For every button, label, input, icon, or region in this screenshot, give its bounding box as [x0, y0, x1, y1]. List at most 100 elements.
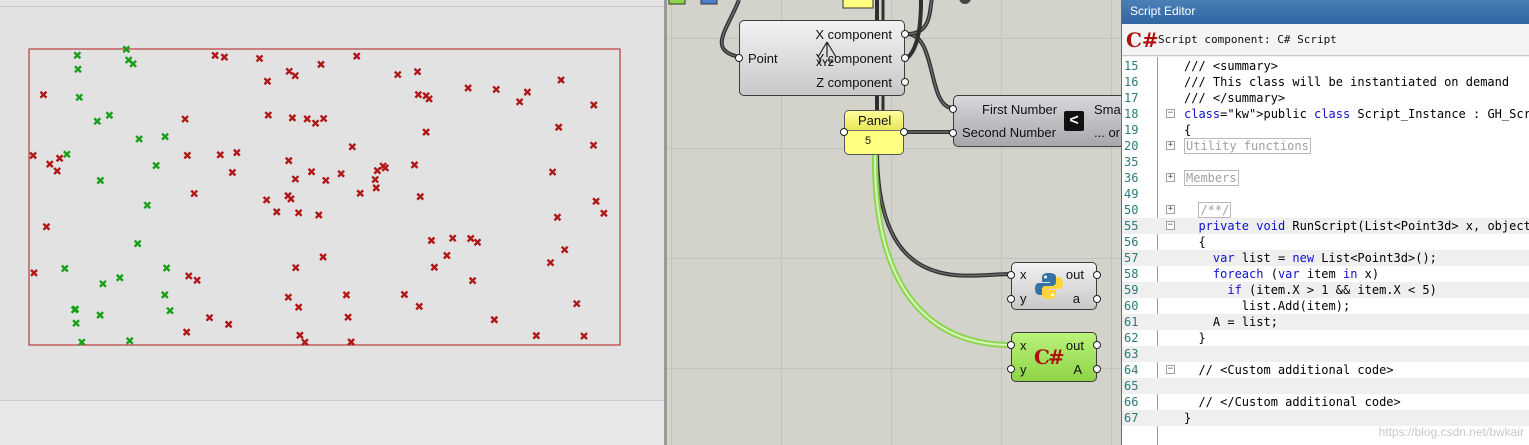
collapse-icon[interactable]: −	[1166, 221, 1175, 230]
python-output-out: out	[1065, 267, 1084, 282]
code-text: if (item.X > 1 && item.X < 5)	[1227, 283, 1437, 297]
code-line[interactable]: 61 A = list;	[1122, 314, 1529, 330]
code-line[interactable]: 55 − private void RunScript(List<Point3d>…	[1122, 218, 1529, 234]
code-line[interactable]: 59 if (item.X > 1 && item.X < 5)	[1122, 282, 1529, 298]
grip-python-x[interactable]	[1007, 271, 1015, 279]
grip-panel-output[interactable]	[900, 128, 908, 136]
line-number: 19	[1124, 123, 1139, 137]
point-outside-marker	[319, 114, 328, 123]
expand-icon[interactable]: +	[1166, 173, 1175, 182]
code-editor[interactable]: 15 /// <summary> 16 /// This class will be …	[1122, 57, 1529, 445]
grip-x-output[interactable]	[901, 30, 909, 38]
grip-second-number-input[interactable]	[949, 129, 957, 137]
panel-component[interactable]: Panel 5	[840, 110, 908, 155]
grip-python-out[interactable]	[1093, 271, 1101, 279]
point-outside-marker	[228, 168, 237, 177]
grasshopper-canvas[interactable]: Point XYZ X component Y component Z comp…	[667, 0, 1122, 445]
collapse-icon[interactable]: −	[1166, 109, 1175, 118]
code-line[interactable]: 18 − class="kw">public class Script_Instan…	[1122, 106, 1529, 122]
point-inside-marker	[72, 319, 80, 328]
point-inside-marker	[166, 306, 174, 315]
point-outside-marker	[255, 54, 264, 63]
line-number: 50	[1124, 203, 1139, 217]
grip-csharp-a[interactable]	[1093, 365, 1101, 373]
code-line[interactable]: 49	[1122, 186, 1529, 202]
partial-component-blue	[700, 0, 718, 5]
code-line[interactable]: 17 /// </summary>	[1122, 90, 1529, 106]
point-outside-marker	[291, 71, 300, 80]
expand-icon[interactable]: +	[1166, 141, 1175, 150]
deconstruct-point-component[interactable]: Point XYZ X component Y component Z comp…	[735, 20, 909, 96]
grip-y-output[interactable]	[901, 54, 909, 62]
point-inside-marker	[152, 161, 161, 170]
code-line[interactable]: 63	[1122, 346, 1529, 362]
code-line[interactable]: 57 var list = new List<Point3d>();	[1122, 250, 1529, 266]
line-number: 63	[1124, 347, 1139, 361]
point-outside-marker	[348, 142, 357, 151]
point-outside-marker	[307, 167, 316, 176]
expand-icon[interactable]: +	[1166, 205, 1175, 214]
code-text: /// </summary>	[1184, 91, 1286, 105]
code-line[interactable]: 50 + /**/	[1122, 202, 1529, 218]
point-outside-marker	[430, 263, 439, 272]
code-line[interactable]: 16 /// This class will be instantiated on…	[1122, 74, 1529, 90]
code-text: // </Custom additional code>	[1184, 395, 1401, 409]
python-input-x: x	[1020, 267, 1027, 282]
grip-csharp-x[interactable]	[1007, 341, 1015, 349]
point-outside-marker	[205, 313, 214, 322]
python-input-y: y	[1020, 291, 1027, 306]
code-text: foreach (var item in x)	[1212, 267, 1380, 281]
panel-title: Panel	[858, 113, 892, 128]
python-script-component[interactable]: x y out a	[1007, 262, 1101, 310]
output-x-component-label: X component	[815, 27, 892, 42]
code-line[interactable]: 67}	[1122, 410, 1529, 426]
code-line[interactable]: 56 {	[1122, 234, 1529, 250]
csharp-output-out: out	[1065, 338, 1084, 353]
code-line[interactable]: 15 /// <summary>	[1122, 58, 1529, 74]
point-inside-marker	[162, 264, 171, 272]
code-line[interactable]: 19 {	[1122, 122, 1529, 138]
line-number: 55	[1124, 219, 1139, 233]
code-line[interactable]: 62 }	[1122, 330, 1529, 346]
script-editor-window[interactable]: Script Editor C# Script component: C# Sc…	[1121, 0, 1529, 445]
point-outside-marker	[414, 90, 423, 99]
code-line[interactable]: 66 // </Custom additional code>	[1122, 394, 1529, 410]
point-outside-marker	[466, 234, 475, 243]
grip-csharp-y[interactable]	[1007, 365, 1015, 373]
code-line[interactable]: 20 + Utility functions	[1122, 138, 1529, 154]
code-line[interactable]: 64 − // <Custom additional code>	[1122, 362, 1529, 378]
grip-csharp-out[interactable]	[1093, 341, 1101, 349]
code-line[interactable]: 36 + Members	[1122, 170, 1529, 186]
code-line[interactable]: 60 list.Add(item);	[1122, 298, 1529, 314]
point-outside-marker	[393, 70, 402, 79]
point-inside-marker	[161, 132, 169, 141]
point-inside-marker	[133, 239, 142, 248]
editor-title-bar[interactable]: Script Editor	[1122, 0, 1529, 24]
grip-python-y[interactable]	[1007, 295, 1015, 303]
grip-z-output[interactable]	[901, 78, 909, 86]
point-outside-marker	[262, 196, 271, 204]
point-outside-marker	[291, 263, 300, 272]
collapse-icon[interactable]: −	[1166, 365, 1175, 374]
code-line[interactable]: 58 foreach (var item in x)	[1122, 266, 1529, 282]
line-number: 66	[1124, 395, 1139, 409]
point-outside-marker	[294, 208, 303, 217]
grip-first-number-input[interactable]	[949, 105, 957, 113]
grip-panel-input[interactable]	[840, 128, 848, 136]
code-line[interactable]: 65	[1122, 378, 1529, 394]
smaller-than-component[interactable]: First Number Second Number < Sma ... or	[949, 95, 1122, 147]
point-outside-marker	[464, 84, 472, 92]
point-outside-marker	[600, 209, 608, 218]
line-number: 60	[1124, 299, 1139, 313]
grip-python-a[interactable]	[1093, 295, 1101, 303]
point-outside-marker	[190, 189, 199, 198]
wire-point-input	[719, 0, 741, 59]
code-text: }	[1184, 331, 1206, 345]
code-line[interactable]: 35	[1122, 154, 1529, 170]
point-inside-marker	[60, 264, 69, 273]
point-outside-marker	[422, 128, 430, 136]
grip-point-input[interactable]	[735, 54, 743, 62]
rhino-viewport[interactable]	[0, 0, 665, 445]
point-outside-marker	[523, 88, 532, 96]
csharp-script-component[interactable]: x y C# out A	[1007, 332, 1101, 382]
